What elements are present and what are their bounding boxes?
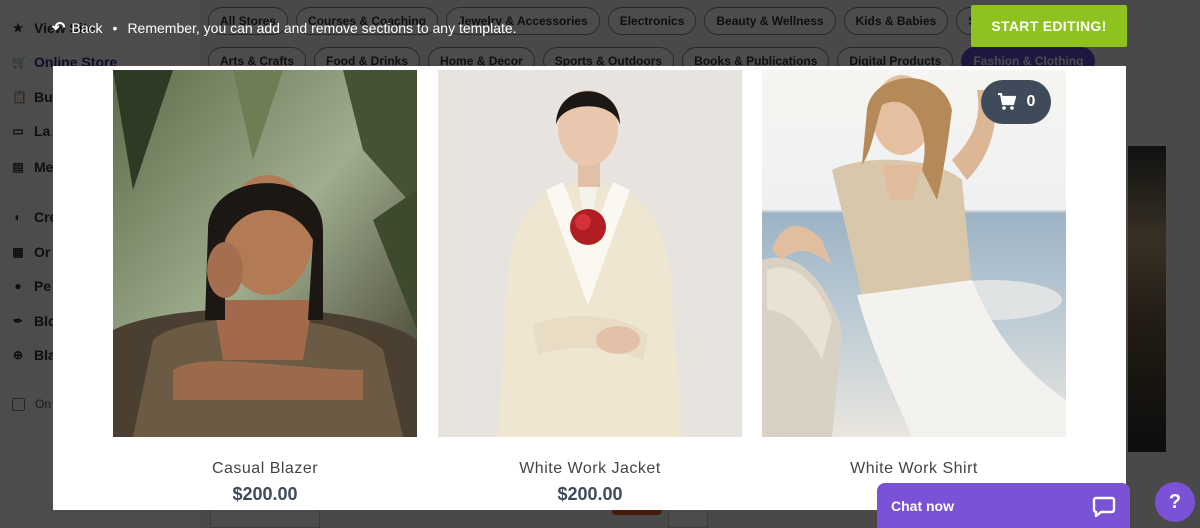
product-price: $200.00 <box>232 484 298 504</box>
product-card[interactable]: Casual Blazer $200.00 <box>113 70 417 504</box>
template-preview: Casual Blazer $200.00 White Work Jacket … <box>53 66 1126 510</box>
back-arrow-icon: ↶ <box>52 20 66 37</box>
cart-count: 0 <box>1026 93 1036 110</box>
chat-bubble-icon <box>1092 496 1116 517</box>
product-photo[interactable] <box>762 70 1066 437</box>
product-photo[interactable] <box>438 70 742 437</box>
chat-label: Chat now <box>891 497 954 514</box>
product-photo[interactable] <box>113 70 417 437</box>
help-button[interactable]: ? <box>1155 482 1195 522</box>
product-price: $200.00 <box>557 484 623 504</box>
chat-widget[interactable]: Chat now <box>877 483 1130 528</box>
template-hint-message: Remember, you can add and remove section… <box>127 20 517 36</box>
cart-button[interactable]: 0 <box>981 80 1051 124</box>
product-name[interactable]: White Work Jacket <box>438 460 742 478</box>
start-editing-button[interactable]: START EDITING! <box>971 5 1127 47</box>
product-name[interactable]: White Work Shirt <box>762 460 1066 478</box>
product-name[interactable]: Casual Blazer <box>113 460 417 478</box>
back-label: Back <box>71 20 103 36</box>
preview-topbar: ↶ Back • Remember, you can add and remov… <box>52 18 517 38</box>
back-button[interactable]: ↶ Back <box>52 18 103 38</box>
cart-icon <box>997 93 1016 110</box>
separator: • <box>112 20 118 36</box>
product-card[interactable]: White Work Shirt $200.00 <box>762 70 1066 504</box>
product-card[interactable]: White Work Jacket $200.00 <box>438 70 742 504</box>
